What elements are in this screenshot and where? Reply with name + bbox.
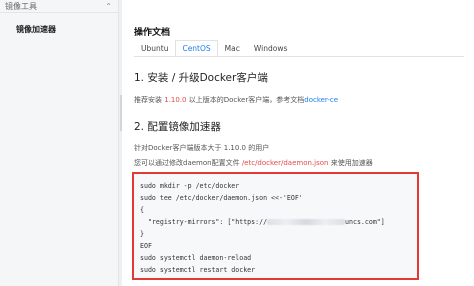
code-block[interactable]: sudo mkdir -p /etc/docker sudo tee /etc/d… xyxy=(132,172,419,280)
code-line: sudo tee /etc/docker/daemon.json <<-'EOF… xyxy=(140,194,303,202)
code-line-prefix: "registry-mirrors": ["https:// xyxy=(140,218,268,226)
sidebar-item-mirror-accelerator[interactable]: 镜像加速器 xyxy=(0,19,118,39)
main-panel: 操作文档 Ubuntu CentOS Mac Windows 1. 安装 / 升… xyxy=(122,0,474,286)
sidebar-group-header[interactable]: 镜像工具 ⌃ xyxy=(0,0,118,13)
install-text-prefix: 推荐安装 xyxy=(134,96,165,104)
redacted-mirror-id xyxy=(267,219,346,225)
sidebar: 镜像工具 ⌃ 镜像加速器 xyxy=(0,0,119,286)
daemon-json-path: /etc/docker/daemon.json xyxy=(241,159,329,167)
config-text-suffix: 来使用加速器 xyxy=(328,159,373,167)
config-paragraph: 您可以通过修改daemon配置文件 /etc/docker/daemon.jso… xyxy=(134,158,373,168)
code-content: sudo mkdir -p /etc/docker sudo tee /etc/d… xyxy=(134,174,417,276)
tab-windows[interactable]: Windows xyxy=(247,40,294,57)
version-highlight: 1.10.0 xyxy=(164,96,187,104)
chevron-up-icon[interactable]: ⌃ xyxy=(105,2,112,11)
code-line: sudo mkdir -p /etc/docker xyxy=(140,182,240,190)
tabs-divider xyxy=(134,56,464,57)
sidebar-item-label: 镜像加速器 xyxy=(16,24,56,34)
tab-ubuntu[interactable]: Ubuntu xyxy=(134,40,175,57)
version-note: 针对Docker客户端版本大于 1.10.0 的用户 xyxy=(134,144,270,152)
code-line: { xyxy=(140,206,144,214)
code-line: sudo systemctl restart docker xyxy=(140,266,256,274)
section-heading-install: 1. 安装 / 升级Docker客户端 xyxy=(134,72,268,84)
tab-mac[interactable]: Mac xyxy=(218,40,247,57)
code-line-suffix: uncs.com"] xyxy=(345,218,385,226)
install-paragraph: 推荐安装 1.10.0 以上版本的Docker客户端，参考文档docker-ce xyxy=(134,95,338,105)
code-line: EOF xyxy=(140,242,152,250)
sidebar-group-label: 镜像工具 xyxy=(5,1,37,11)
os-tabs: Ubuntu CentOS Mac Windows xyxy=(134,40,294,57)
code-line: } xyxy=(140,230,144,238)
install-text-middle: 以上版本的Docker客户端，参考文档 xyxy=(186,96,305,104)
code-line: "registry-mirrors": ["https:// uncs.com"] xyxy=(140,216,417,228)
section-heading-configure: 2. 配置镜像加速器 xyxy=(134,121,221,133)
docker-ce-link[interactable]: docker-ce xyxy=(304,96,338,104)
config-text-prefix: 您可以通过修改daemon配置文件 xyxy=(134,159,242,167)
page-title: 操作文档 xyxy=(134,28,171,38)
code-line: sudo systemctl daemon-reload xyxy=(140,254,252,262)
tab-centos[interactable]: CentOS xyxy=(175,40,218,57)
